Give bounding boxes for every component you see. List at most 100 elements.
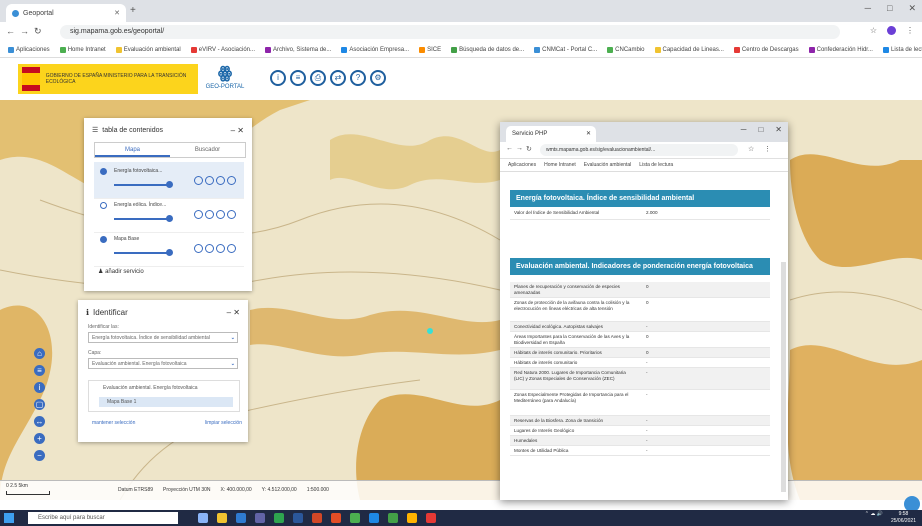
task-view-icon[interactable]	[198, 513, 208, 523]
info-icon[interactable]: i	[34, 382, 45, 393]
geoportal-logo[interactable]: ꙮ GEO-PORTAL	[200, 64, 250, 96]
bookmark-item[interactable]: Confederación Hidr...	[808, 46, 873, 53]
bookmark-item[interactable]: Centro de Descargas	[733, 46, 799, 53]
bookmark-item[interactable]: Lista de lectura	[639, 158, 673, 171]
windows-start-icon[interactable]	[4, 513, 14, 523]
identify-value-select[interactable]: Evaluación ambiental. Energía fotovoltai…	[88, 358, 238, 369]
bookmark-item[interactable]: CNCambio	[607, 46, 645, 53]
home-icon[interactable]: ⌂	[34, 348, 45, 359]
zoom-box-icon[interactable]: ▢	[34, 399, 45, 410]
star-icon[interactable]: ☆	[870, 26, 877, 35]
opacity-slider[interactable]	[114, 215, 173, 222]
tree-child[interactable]: Mapa Base 1	[99, 397, 233, 407]
forward-icon[interactable]: →	[516, 145, 523, 152]
bookmark-item[interactable]: Asociación Empresa...	[341, 46, 409, 53]
menu-icon[interactable]: ⋮	[764, 145, 771, 153]
browser-tab[interactable]: Geoportal ✕	[6, 4, 126, 22]
slider-knob[interactable]	[166, 215, 173, 222]
app-icon[interactable]	[426, 513, 436, 523]
layer-toggle[interactable]	[100, 236, 107, 243]
layer-settings-icon[interactable]	[194, 176, 203, 185]
close-window-icon[interactable]: ✕	[908, 3, 916, 14]
extension-icon[interactable]	[887, 26, 896, 35]
tab-buscador[interactable]: Buscador	[170, 143, 245, 157]
add-service-link[interactable]: añadir servicio	[105, 269, 144, 275]
tree-parent[interactable]: Evaluación ambiental. Energía fotovoltai…	[103, 385, 198, 391]
bookmark-item[interactable]: Home Intranet	[59, 46, 106, 53]
minimize-panel-icon[interactable]: –	[231, 126, 235, 135]
minimize-icon[interactable]: ─	[741, 125, 747, 134]
close-panel-icon[interactable]: ✕	[233, 308, 240, 317]
close-window-icon[interactable]: ✕	[775, 125, 782, 134]
acrobat-icon[interactable]	[331, 513, 341, 523]
taskbar-search[interactable]: Escribe aquí para buscar	[28, 512, 178, 524]
layer-toggle[interactable]	[100, 202, 107, 209]
bookmark-item[interactable]: Lista de lectura	[882, 46, 922, 53]
zoom-out-icon[interactable]: −	[34, 450, 45, 461]
reload-icon[interactable]: ↻	[34, 26, 42, 37]
close-panel-icon[interactable]: ✕	[237, 126, 244, 135]
layer-toggle[interactable]	[100, 168, 107, 175]
slider-knob[interactable]	[166, 181, 173, 188]
forward-icon[interactable]: →	[20, 26, 29, 36]
close-tab-icon[interactable]: ✕	[114, 9, 120, 17]
star-icon[interactable]: ☆	[748, 145, 754, 153]
print-icon[interactable]: ⎙	[310, 70, 326, 86]
layer-settings-icon[interactable]	[194, 244, 203, 253]
bookmark-item[interactable]: Home Intranet	[544, 158, 576, 171]
bookmark-item[interactable]: Aplicaciones	[508, 158, 536, 171]
zoom-in-icon[interactable]: +	[34, 433, 45, 444]
excel-icon[interactable]	[274, 513, 284, 523]
chrome-icon[interactable]	[350, 513, 360, 523]
bookmark-item[interactable]: Búsqueda de datos de...	[451, 46, 524, 53]
back-icon[interactable]: ←	[6, 26, 15, 36]
bookmark-item[interactable]: Evaluación ambiental	[584, 158, 632, 171]
layer-legend-icon[interactable]	[216, 210, 225, 219]
notes-app-icon[interactable]	[407, 513, 417, 523]
tray-icons[interactable]: ⌃ ☁ 🔊	[865, 511, 883, 525]
slider-knob[interactable]	[166, 249, 173, 256]
measure-icon[interactable]: ↔	[34, 416, 45, 427]
bookmark-item[interactable]: Aplicaciones	[8, 46, 50, 53]
powerpoint-icon[interactable]	[312, 513, 322, 523]
back-icon[interactable]: ←	[506, 145, 513, 152]
layer-item[interactable]: Energía eólica. Índice...	[94, 196, 244, 233]
info-icon[interactable]: i	[270, 70, 286, 86]
new-tab-icon[interactable]: +	[130, 5, 136, 16]
layer-expand-icon[interactable]	[227, 210, 236, 219]
bookmark-item[interactable]: eVIRV - Asociación...	[190, 46, 255, 53]
identify-layer-select[interactable]: Energía fotovoltaica. Índice de sensibil…	[88, 332, 238, 343]
layer-expand-icon[interactable]	[227, 244, 236, 253]
outlook-icon[interactable]	[236, 513, 246, 523]
layer-info-icon[interactable]	[205, 210, 214, 219]
bookmark-item[interactable]: CNMCat - Portal C...	[534, 46, 597, 53]
layer-item[interactable]: Energía fotovoltaica...	[94, 162, 244, 199]
layer-item[interactable]: Mapa Base	[94, 230, 244, 267]
popup-tab[interactable]: Servicio PHP ✕	[506, 126, 596, 142]
layer-settings-icon[interactable]	[194, 210, 203, 219]
clock-date[interactable]: 25/06/2021	[891, 518, 916, 524]
opacity-slider[interactable]	[114, 249, 173, 256]
scrollbar[interactable]	[781, 262, 786, 492]
bookmark-item[interactable]: Evaluación ambiental	[115, 46, 181, 53]
maximize-icon[interactable]: □	[758, 125, 763, 134]
bookmark-item[interactable]: Archivo, Sistema de...	[265, 46, 331, 53]
layer-legend-icon[interactable]	[216, 176, 225, 185]
bookmark-item[interactable]: Capacidad de Lineas...	[654, 46, 724, 53]
maximize-icon[interactable]: □	[887, 3, 892, 14]
help-icon[interactable]: ?	[350, 70, 366, 86]
layer-expand-icon[interactable]	[227, 176, 236, 185]
word-icon[interactable]	[293, 513, 303, 523]
clear-selection-button[interactable]: limpiar selección	[205, 420, 242, 426]
tab-mapa[interactable]: Mapa	[95, 143, 170, 157]
clock-time[interactable]: 9:58	[899, 511, 909, 517]
layer-info-icon[interactable]	[205, 176, 214, 185]
close-tab-icon[interactable]: ✕	[586, 126, 591, 142]
opacity-slider[interactable]	[114, 181, 173, 188]
layers-icon[interactable]: ≡	[290, 70, 306, 86]
popup-address-bar[interactable]: wmts.mapama.gob.es/sig/evaluacionambient…	[540, 144, 738, 156]
maps-app-icon[interactable]	[388, 513, 398, 523]
bookmark-item[interactable]: SICE	[419, 46, 441, 53]
layers-icon[interactable]: ≡	[34, 365, 45, 376]
reload-icon[interactable]: ↻	[526, 145, 532, 153]
